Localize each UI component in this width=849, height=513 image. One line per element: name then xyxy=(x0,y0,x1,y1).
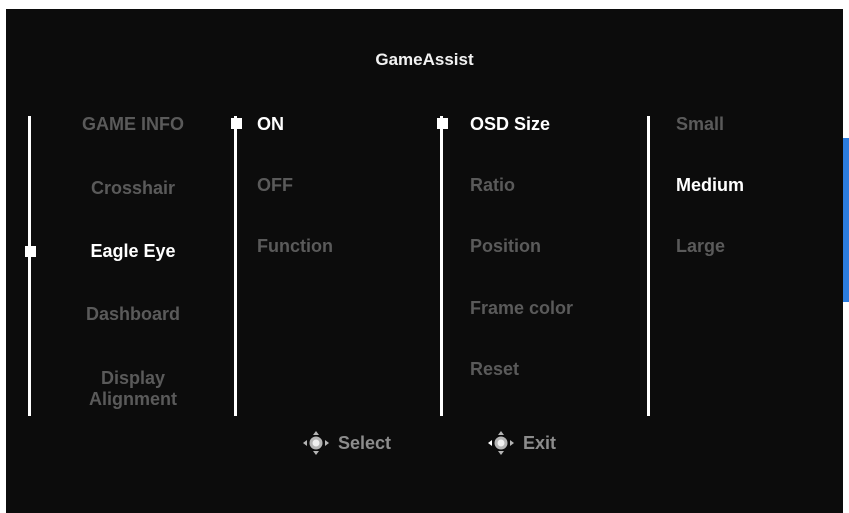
col2-selection-marker xyxy=(231,118,242,129)
option-small[interactable]: Small xyxy=(676,114,724,135)
option-function[interactable]: Function xyxy=(257,236,333,257)
col3-selection-marker xyxy=(437,118,448,129)
osd-title: GameAssist xyxy=(375,50,474,69)
menu-item-display-line1: Display xyxy=(100,368,166,388)
scrollbar[interactable] xyxy=(843,138,849,302)
menu-item-eagle-eye[interactable]: Eagle Eye xyxy=(28,241,238,262)
joystick-left-icon xyxy=(488,431,514,455)
option-position[interactable]: Position xyxy=(470,236,541,257)
exit-hint: Exit xyxy=(487,430,556,456)
option-medium[interactable]: Medium xyxy=(676,175,744,196)
select-label: Select xyxy=(338,432,392,453)
exit-label: Exit xyxy=(523,432,557,453)
col3-line xyxy=(440,116,443,416)
option-off[interactable]: OFF xyxy=(257,175,293,196)
menu-item-crosshair[interactable]: Crosshair xyxy=(28,178,238,199)
option-large[interactable]: Large xyxy=(676,236,725,257)
menu-item-dashboard[interactable]: Dashboard xyxy=(28,304,238,325)
menu-item-display-alignment[interactable]: Display Alignment xyxy=(28,368,238,410)
option-ratio[interactable]: Ratio xyxy=(470,175,515,196)
menu-item-display-line2: Alignment xyxy=(89,389,177,409)
select-hint: Select xyxy=(302,430,391,456)
menu-item-game-info[interactable]: GAME INFO xyxy=(28,114,238,135)
option-osd-size[interactable]: OSD Size xyxy=(470,114,550,135)
col2-line xyxy=(234,116,237,416)
option-reset[interactable]: Reset xyxy=(470,359,519,380)
joystick-icon xyxy=(303,431,329,455)
col4-line xyxy=(647,116,650,416)
option-frame-color[interactable]: Frame color xyxy=(470,298,573,319)
option-on[interactable]: ON xyxy=(257,114,284,135)
